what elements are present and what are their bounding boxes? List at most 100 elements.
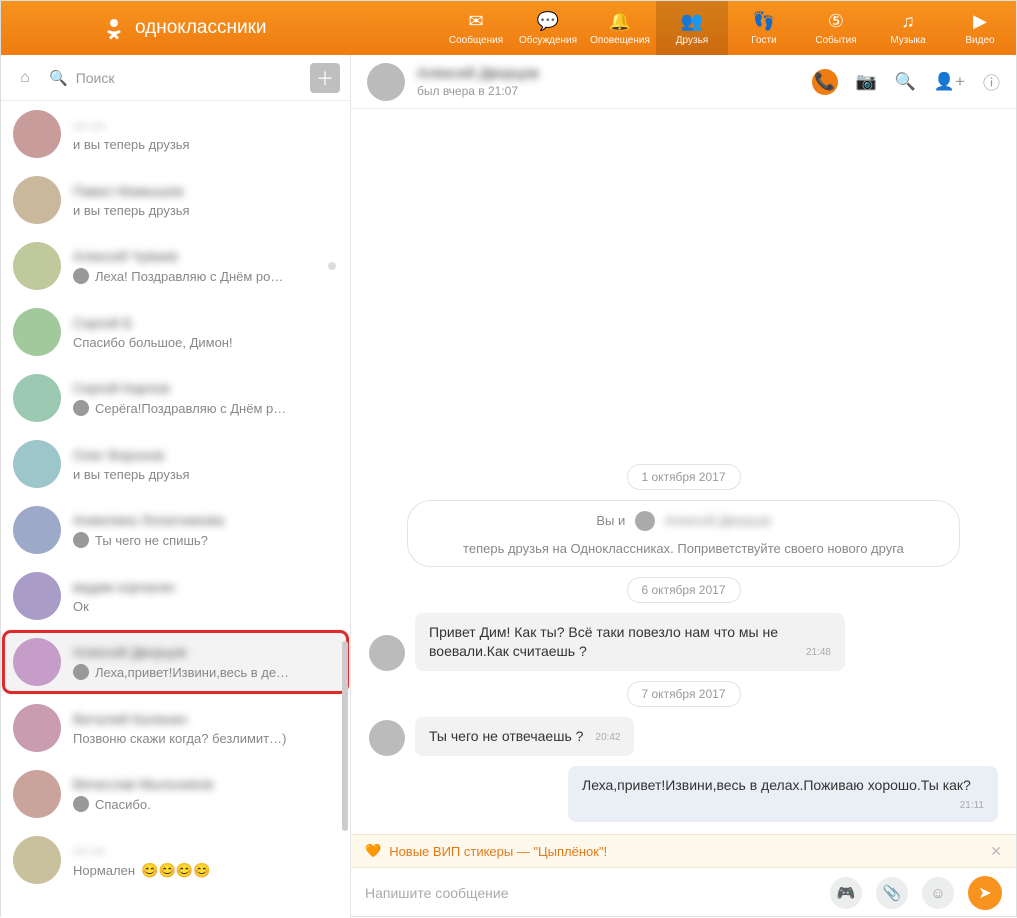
- conv-preview: Серёга!Поздравляю с Днём р…: [73, 400, 338, 416]
- conv-name: — —: [73, 117, 338, 133]
- tiny-avatar-icon: [73, 796, 89, 812]
- message-bubble[interactable]: Леха,привет!Извини,весь в делах.Поживаю …: [568, 766, 998, 822]
- nav-messages[interactable]: ✉Сообщения: [440, 1, 512, 55]
- conv-name: Олег Воронов: [73, 447, 338, 463]
- conversation-item[interactable]: вадим корчагин Ок: [1, 563, 350, 629]
- conv-avatar: [13, 638, 61, 686]
- games-icon[interactable]: 🎮: [830, 877, 862, 909]
- ok-logo-icon: [101, 15, 127, 41]
- chat-icon: 💬: [537, 11, 559, 33]
- emoji-icon[interactable]: ☺: [922, 877, 954, 909]
- bell-icon: 🔔: [609, 11, 631, 33]
- conv-avatar: [13, 176, 61, 224]
- music-icon: ♫: [901, 11, 915, 33]
- message-bubble[interactable]: Ты чего не отвечаешь ? 20:42: [415, 717, 634, 756]
- video-call-icon[interactable]: 📷: [856, 72, 877, 92]
- search-input[interactable]: 🔍 Поиск: [49, 69, 300, 87]
- search-row: ⌂ 🔍 Поиск ＋: [1, 55, 350, 101]
- sticker-promo-text: Новые ВИП стикеры — "Цыплёнок"!: [389, 844, 607, 859]
- nav-guests[interactable]: 👣Гости: [728, 1, 800, 55]
- conv-preview: Ок: [73, 599, 338, 614]
- conv-name: — —: [73, 842, 338, 858]
- chat-avatar[interactable]: [367, 63, 405, 101]
- sticker-icon: 🧡: [365, 843, 381, 859]
- conversation-item[interactable]: Вячеслав Мыльников Спасибо.: [1, 761, 350, 827]
- conv-avatar: [13, 374, 61, 422]
- scrollbar[interactable]: [342, 641, 348, 831]
- conversations-sidebar: ⌂ 🔍 Поиск ＋ — — и вы теперь друзья Павел…: [1, 55, 351, 918]
- compose-row: 🎮 📎 ☺ ➤: [351, 868, 1016, 918]
- add-participant-icon[interactable]: 👤+: [934, 72, 965, 92]
- events-icon: ⑤: [828, 11, 844, 33]
- tiny-avatar-icon: [73, 268, 89, 284]
- tiny-avatar-icon: [73, 400, 89, 416]
- conv-preview: Ты чего не спишь?: [73, 532, 338, 548]
- conversation-item[interactable]: — — и вы теперь друзья: [1, 101, 350, 167]
- nav-video[interactable]: ▶Видео: [944, 1, 1016, 55]
- nav-friends[interactable]: 👥Друзья: [656, 1, 728, 55]
- top-navigation: одноклассники ✉Сообщения 💬Обсуждения 🔔Оп…: [1, 1, 1016, 55]
- conv-avatar: [13, 242, 61, 290]
- conversation-item[interactable]: Алексей Чуваев Леха! Поздравляю с Днём р…: [1, 233, 350, 299]
- conv-preview: и вы теперь друзья: [73, 203, 338, 218]
- call-button[interactable]: 📞: [812, 69, 838, 95]
- nav-alerts[interactable]: 🔔Оповещения: [584, 1, 656, 55]
- conv-avatar: [13, 770, 61, 818]
- conv-name: вадим корчагин: [73, 579, 338, 595]
- nav-discussions[interactable]: 💬Обсуждения: [512, 1, 584, 55]
- search-icon: 🔍: [49, 69, 68, 87]
- conv-name: Павел Мамышев: [73, 183, 338, 199]
- home-icon[interactable]: ⌂: [11, 64, 39, 92]
- conv-preview: Спасибо большое, Димон!: [73, 335, 338, 350]
- chat-header: Алексей Дворцов был вчера в 21:07 📞 📷 🔍 …: [351, 55, 1016, 109]
- footsteps-icon: 👣: [753, 11, 775, 33]
- conversation-item[interactable]: — — Нормален 😊😊😊😊: [1, 827, 350, 893]
- close-icon[interactable]: ✕: [990, 843, 1002, 860]
- info-icon[interactable]: ⓘ: [983, 69, 1000, 94]
- msg-avatar[interactable]: [369, 635, 405, 671]
- nav-music[interactable]: ♫Музыка: [872, 1, 944, 55]
- conv-avatar: [13, 110, 61, 158]
- date-separator: 6 октября 2017: [627, 577, 741, 603]
- outgoing-message: Леха,привет!Извини,весь в делах.Поживаю …: [369, 766, 998, 822]
- send-button[interactable]: ➤: [968, 876, 1002, 910]
- msg-avatar[interactable]: [369, 720, 405, 756]
- conv-avatar: [13, 308, 61, 356]
- emoji-icon: 😊😊😊😊: [141, 862, 211, 879]
- message-bubble[interactable]: Привет Дим! Как ты? Всё таки повезло нам…: [415, 613, 845, 671]
- new-chat-button[interactable]: ＋: [310, 63, 340, 93]
- chat-status: был вчера в 21:07: [417, 84, 539, 98]
- incoming-message: Привет Дим! Как ты? Всё таки повезло нам…: [369, 613, 998, 671]
- chat-actions: 📞 📷 🔍 👤+ ⓘ: [812, 69, 1000, 95]
- tiny-avatar-icon: [635, 511, 655, 531]
- conv-name: Анжелика Лопатникова: [73, 512, 338, 528]
- nav-events[interactable]: ⑤События: [800, 1, 872, 55]
- video-icon: ▶: [973, 11, 987, 33]
- conversation-item[interactable]: Алексей Дворцов Леха,привет!Извини,весь …: [1, 629, 350, 695]
- chat-body: 1 октября 2017 Вы и Алексей Дворцов тепе…: [351, 109, 1016, 834]
- conv-avatar: [13, 572, 61, 620]
- conv-name: Алексей Дворцов: [73, 644, 338, 660]
- conv-name: Вячеслав Мыльников: [73, 776, 338, 792]
- msg-time: 21:48: [806, 646, 831, 660]
- system-message: Вы и Алексей Дворцов теперь друзья на Од…: [407, 500, 961, 567]
- search-placeholder: Поиск: [76, 70, 115, 86]
- tiny-avatar-icon: [73, 532, 89, 548]
- conversation-item[interactable]: Олег Воронов и вы теперь друзья: [1, 431, 350, 497]
- unread-dot-icon: [328, 262, 336, 270]
- sticker-promo-bar[interactable]: 🧡 Новые ВИП стикеры — "Цыплёнок"! ✕: [351, 834, 1016, 868]
- site-logo[interactable]: одноклассники: [101, 15, 267, 41]
- conv-avatar: [13, 440, 61, 488]
- conv-preview: Нормален 😊😊😊😊: [73, 862, 338, 879]
- search-in-chat-icon[interactable]: 🔍: [895, 72, 916, 92]
- conversation-item[interactable]: Анжелика Лопатникова Ты чего не спишь?: [1, 497, 350, 563]
- conversation-item[interactable]: Виталий Калинин Позвоню скажи когда? без…: [1, 695, 350, 761]
- conv-preview: и вы теперь друзья: [73, 467, 338, 482]
- nav-items: ✉Сообщения 💬Обсуждения 🔔Оповещения 👥Друз…: [440, 1, 1016, 55]
- message-input[interactable]: [365, 885, 816, 901]
- attach-icon[interactable]: 📎: [876, 877, 908, 909]
- conversation-item[interactable]: Сергей Б Спасибо большое, Димон!: [1, 299, 350, 365]
- conversation-item[interactable]: Павел Мамышев и вы теперь друзья: [1, 167, 350, 233]
- brand-text: одноклассники: [135, 17, 267, 39]
- conversation-item[interactable]: Сергей Карпов Серёга!Поздравляю с Днём р…: [1, 365, 350, 431]
